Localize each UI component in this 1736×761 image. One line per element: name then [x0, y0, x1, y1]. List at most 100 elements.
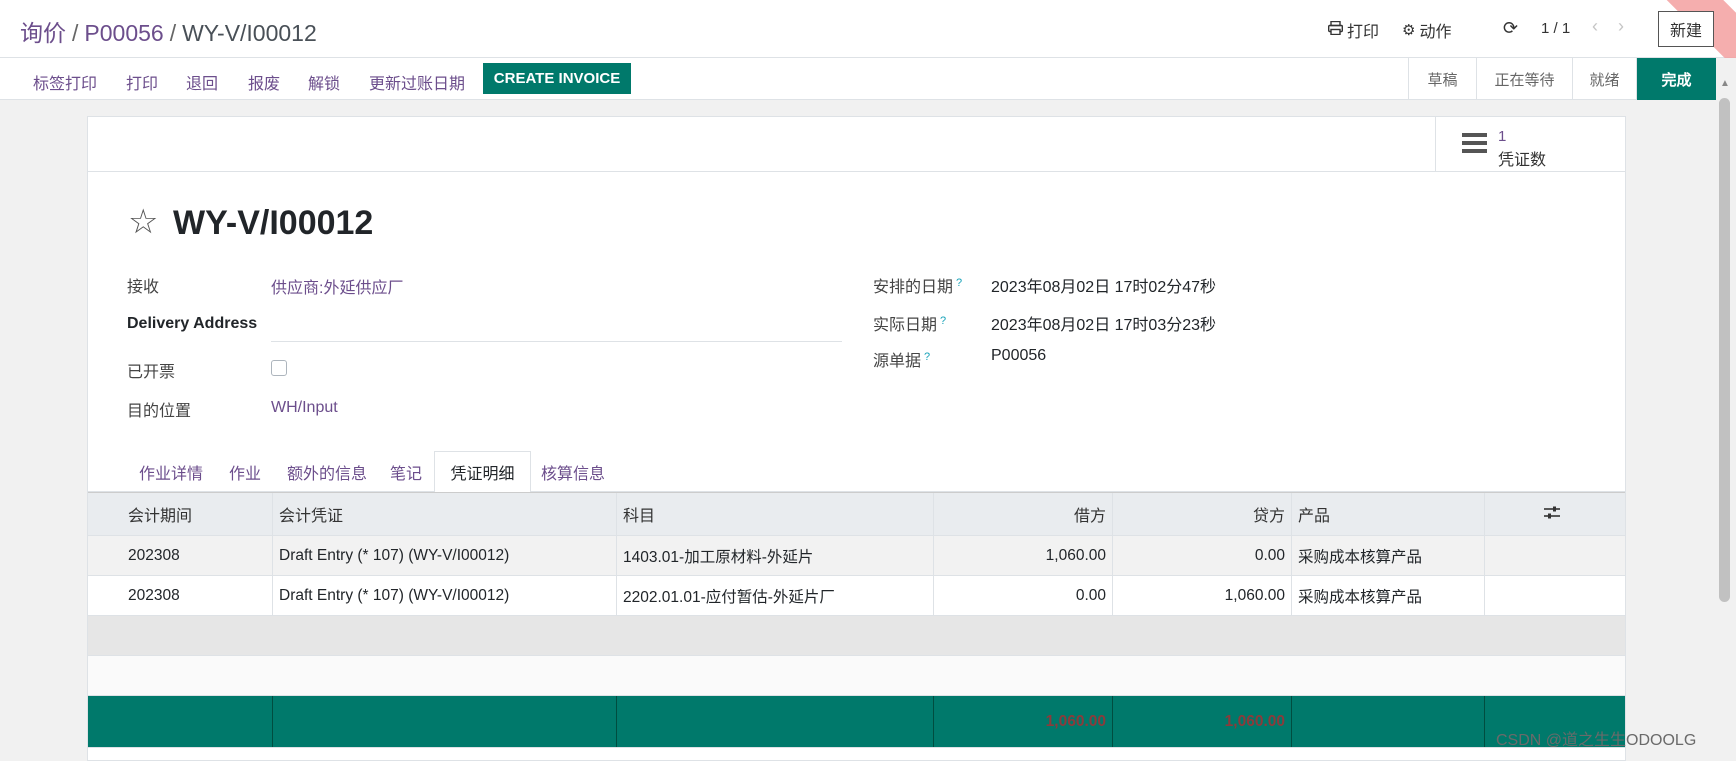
footer-cell-empty [88, 696, 273, 747]
pager-previous-icon[interactable]: ‹ [1592, 16, 1598, 37]
field-label-actual-date: 实际日期? [873, 311, 946, 335]
cell-journal-entry: Draft Entry (* 107) (WY-V/I00012) [273, 536, 617, 575]
tab-journal-items[interactable]: 凭证明细 [434, 451, 531, 493]
scrap-button[interactable]: 报废 [248, 70, 280, 94]
cell-period: 202308 [88, 536, 273, 575]
cell-period: 202308 [88, 576, 273, 615]
source-document-label-text: 源单据 [873, 353, 922, 370]
invoiced-checkbox[interactable] [271, 360, 287, 376]
update-posting-date-button[interactable]: 更新过账日期 [369, 70, 465, 94]
column-header-product[interactable]: 产品 [1292, 493, 1485, 535]
record-title: WY-V/I00012 [173, 204, 374, 242]
table-row[interactable]: 202308 Draft Entry (* 107) (WY-V/I00012)… [88, 576, 1625, 616]
table-footer-totals: 1,060.00 1,060.00 [88, 696, 1625, 748]
pager-value[interactable]: 1 / 1 [1541, 20, 1570, 37]
field-label-source-document: 源单据? [873, 347, 930, 371]
scheduled-date-label-text: 安排的日期 [873, 279, 954, 296]
help-icon[interactable]: ? [924, 351, 930, 363]
cell-product: 采购成本核算产品 [1292, 576, 1485, 615]
watermark-text: CSDN @道之生生ODOOLG [1496, 732, 1697, 749]
field-label-partner: 接收 [127, 279, 160, 296]
table-empty-row [88, 656, 1625, 696]
control-panel-top: 询价 / P00056/WY-V/I00012 打印 ⚙ 动作 ⟳ 1 / 1 ‹ … [0, 0, 1736, 71]
pager-next-icon[interactable]: › [1618, 16, 1624, 37]
status-step-draft[interactable]: 草稿 [1408, 58, 1476, 100]
tab-operation-details[interactable]: 作业详情 [128, 451, 214, 492]
tab-notes[interactable]: 笔记 [378, 451, 434, 492]
column-header-period[interactable]: 会计期间 [88, 493, 273, 535]
field-label-destination: 目的位置 [127, 403, 192, 420]
tab-costing-info[interactable]: 核算信息 [531, 451, 615, 492]
smart-button-box: 1 凭证数 [88, 117, 1625, 172]
star-icon[interactable]: ☆ [128, 205, 158, 239]
footer-cell-empty [617, 696, 934, 747]
notebook-tabs: 作业详情 作业 额外的信息 笔记 凭证明细 核算信息 [88, 451, 1625, 493]
journal-entries-smart-button[interactable]: 1 凭证数 [1435, 117, 1625, 172]
table-row[interactable]: 202308 Draft Entry (* 107) (WY-V/I00012)… [88, 536, 1625, 576]
unlock-button[interactable]: 解锁 [308, 70, 340, 94]
delivery-address-underline [271, 341, 842, 342]
list-icon [1462, 133, 1487, 155]
stat-label: 凭证数 [1498, 152, 1547, 169]
cell-account: 2202.01.01-应付暂估-外延片厂 [617, 576, 934, 615]
breadcrumb-current: WY-V/I00012 [182, 20, 317, 46]
column-header-account[interactable]: 科目 [617, 493, 934, 535]
field-value-actual-date[interactable]: 2023年08月02日 17时03分23秒 [991, 311, 1216, 335]
print-button[interactable]: 打印 [126, 70, 158, 94]
footer-cell-empty [1292, 696, 1485, 747]
form-sheet: 1 凭证数 ☆ WY-V/I00012 接收 供应商:外延供应厂 Deliver… [87, 116, 1626, 761]
field-value-source-document[interactable]: P00056 [991, 347, 1046, 365]
action-label: 动作 [1419, 24, 1452, 41]
table-header: 会计期间 会计凭证 科目 借方 贷方 产品 [88, 492, 1625, 536]
tab-extra-info[interactable]: 额外的信息 [276, 451, 378, 492]
breadcrumb-separator: / [169, 20, 177, 46]
cell-credit: 1,060.00 [1113, 576, 1292, 615]
stat-value: 1 [1498, 128, 1507, 145]
help-icon[interactable]: ? [956, 277, 962, 289]
cell-debit: 0.00 [934, 576, 1113, 615]
field-value-scheduled-date[interactable]: 2023年08月02日 17时02分47秒 [991, 273, 1216, 297]
field-value-destination[interactable]: WH/Input [271, 399, 338, 417]
gear-icon: ⚙ [1402, 22, 1416, 39]
optional-columns-toggle[interactable] [1485, 493, 1625, 535]
sliders-icon [1544, 506, 1560, 523]
column-header-debit[interactable]: 借方 [934, 493, 1113, 535]
create-invoice-button[interactable]: CREATE INVOICE [483, 63, 631, 94]
tab-operations[interactable]: 作业 [214, 451, 276, 492]
cell-debit: 1,060.00 [934, 536, 1113, 575]
help-icon[interactable]: ? [940, 315, 946, 327]
scrollbar-thumb[interactable] [1719, 98, 1730, 602]
label-print-button[interactable]: 标签打印 [33, 70, 97, 94]
footer-cell-empty [273, 696, 617, 747]
status-step-ready[interactable]: 就绪 [1572, 58, 1636, 100]
status-step-done[interactable]: 完成 [1636, 58, 1716, 100]
return-button[interactable]: 退回 [186, 70, 218, 94]
cell-product: 采购成本核算产品 [1292, 536, 1485, 575]
table-empty-row [88, 616, 1625, 656]
scroll-up-arrow-icon[interactable]: ▲ [1720, 78, 1730, 89]
cell-credit: 0.00 [1113, 536, 1292, 575]
control-panel-buttons: 标签打印 打印 退回 报废 解锁 更新过账日期 CREATE INVOICE 草… [0, 58, 1716, 100]
print-dropdown[interactable]: 打印 [1327, 18, 1380, 42]
field-label-invoiced: 已开票 [127, 364, 176, 381]
breadcrumb-middle[interactable]: P00056 [84, 20, 163, 46]
reload-button[interactable]: ⟳ [1503, 18, 1518, 39]
breadcrumb-root[interactable]: 询价 [20, 20, 66, 46]
cell-account: 1403.01-加工原材料-外延片 [617, 536, 934, 575]
refresh-icon: ⟳ [1503, 18, 1519, 38]
column-header-credit[interactable]: 贷方 [1113, 493, 1292, 535]
field-value-partner[interactable]: 供应商:外延供应厂 [271, 274, 403, 298]
footer-total-debit: 1,060.00 [934, 696, 1113, 747]
status-step-waiting[interactable]: 正在等待 [1476, 58, 1572, 100]
breadcrumb-separator: / [72, 20, 79, 46]
breadcrumb: 询价 / P00056/WY-V/I00012 [20, 14, 317, 48]
field-label-scheduled-date: 安排的日期? [873, 273, 962, 297]
action-dropdown[interactable]: ⚙ 动作 [1402, 18, 1451, 42]
footer-total-credit: 1,060.00 [1113, 696, 1292, 747]
actual-date-label-text: 实际日期 [873, 317, 938, 334]
field-label-delivery-address: Delivery Address [127, 315, 258, 332]
new-button[interactable]: 新建 [1658, 11, 1714, 47]
column-header-journal-entry[interactable]: 会计凭证 [273, 493, 617, 535]
cell-journal-entry: Draft Entry (* 107) (WY-V/I00012) [273, 576, 617, 615]
print-label: 打印 [1347, 24, 1380, 41]
